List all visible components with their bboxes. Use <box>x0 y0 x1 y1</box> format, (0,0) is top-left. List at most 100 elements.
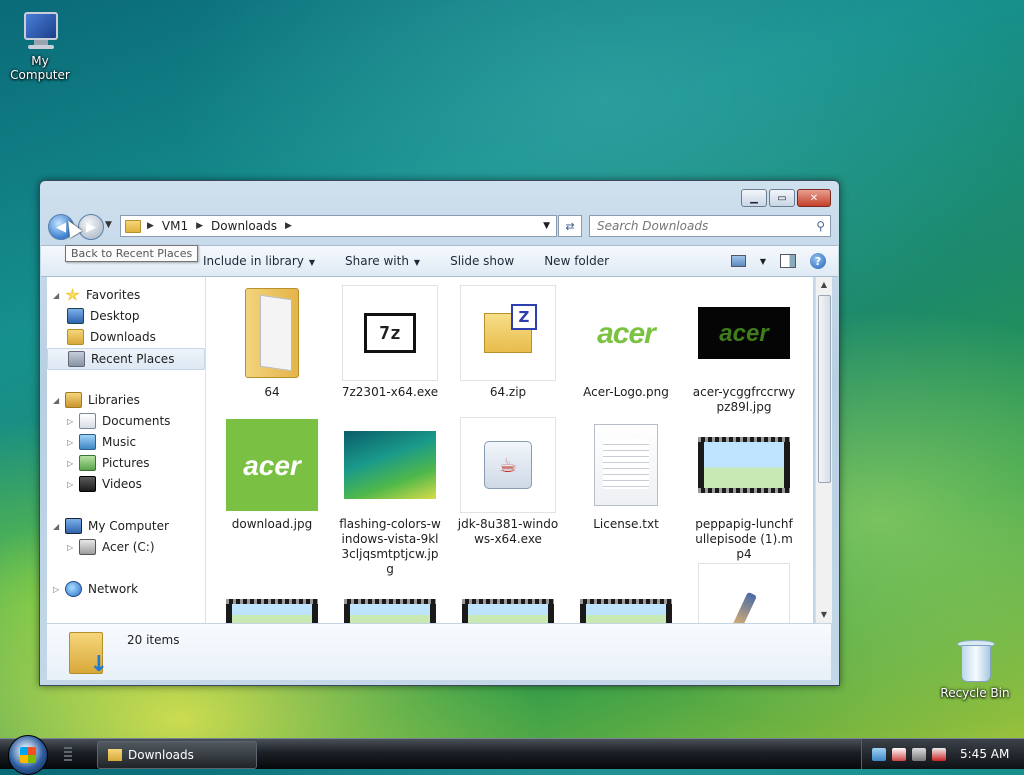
file-item[interactable] <box>456 599 560 623</box>
breadcrumb-vm1[interactable]: VM1 <box>162 219 188 233</box>
expand-icon[interactable]: ◢ <box>53 522 63 531</box>
scroll-down-icon[interactable]: ▼ <box>816 607 832 623</box>
search-icon[interactable]: ⚲ <box>816 219 825 233</box>
expand-icon[interactable]: ◢ <box>53 396 63 405</box>
7zip-installer-icon: 7z <box>342 285 438 381</box>
file-item[interactable]: acer download.jpg <box>220 417 324 532</box>
sidebar-item-label: Acer (C:) <box>102 540 155 554</box>
file-item[interactable]: acer Acer-Logo.png <box>574 285 678 400</box>
image-thumbnail: acer <box>696 285 792 381</box>
sidebar-item-label: Recent Places <box>91 352 175 366</box>
zip-archive-icon: Z <box>460 285 556 381</box>
file-item[interactable] <box>338 599 442 623</box>
maximize-button[interactable]: ▭ <box>769 189 795 207</box>
chevron-right-icon[interactable]: ▶ <box>285 221 292 231</box>
include-in-library-label: Include in library <box>203 254 304 268</box>
sidebar-item-label: My Computer <box>88 519 169 533</box>
sidebar-item-videos[interactable]: ▷ Videos <box>61 474 142 494</box>
file-item[interactable] <box>220 599 324 623</box>
share-with-label: Share with <box>345 254 409 268</box>
desktop-icon-label: My Computer <box>10 54 70 82</box>
network-tray-icon[interactable] <box>872 747 886 761</box>
recent-places-icon <box>68 351 85 367</box>
file-name: download.jpg <box>231 517 313 531</box>
file-item[interactable]: flashing-colors-windows-vista-9kl3cljqsm… <box>338 417 442 577</box>
sidebar-item-music[interactable]: ▷ Music <box>61 432 136 452</box>
file-item[interactable]: acer acer-ycggfrccrwypz89l.jpg <box>692 285 796 415</box>
sidebar-item-downloads[interactable]: Downloads <box>67 327 156 347</box>
chevron-down-icon: ▼ <box>413 258 421 267</box>
forward-button[interactable]: ▶ <box>78 214 104 240</box>
file-item[interactable]: License.txt <box>574 417 678 532</box>
action-center-icon[interactable] <box>892 747 906 761</box>
file-name: Acer-Logo.png <box>583 385 669 399</box>
clock[interactable]: 5:45 AM <box>960 747 1009 761</box>
expand-icon[interactable]: ◢ <box>53 291 63 300</box>
file-item[interactable]: peppapig-lunchfullepisode (1).mp4 <box>692 417 796 562</box>
sidebar-item-acer-drive[interactable]: ▷ Acer (C:) <box>61 537 155 557</box>
scroll-up-icon[interactable]: ▲ <box>816 277 832 293</box>
vertical-scrollbar[interactable]: ▲ ▼ <box>815 277 832 623</box>
computer-icon <box>18 10 62 50</box>
chevron-right-icon[interactable]: ▷ <box>67 459 77 468</box>
chevron-right-icon[interactable]: ▷ <box>67 543 77 552</box>
taskbar-grip[interactable] <box>64 747 72 763</box>
address-bar[interactable]: ▶ VM1 ▶ Downloads ▶ ▼ <box>120 215 557 237</box>
new-folder-button[interactable]: New folder <box>529 254 624 268</box>
breadcrumb-downloads[interactable]: Downloads <box>211 219 277 233</box>
video-thumbnail <box>578 599 674 623</box>
java-installer-icon: ☕ <box>460 417 556 513</box>
search-input[interactable] <box>590 219 807 233</box>
scrollbar-thumb[interactable] <box>818 295 831 483</box>
file-item[interactable]: 64 <box>220 285 324 400</box>
video-thumbnail <box>224 599 320 623</box>
chevron-right-icon[interactable]: ▷ <box>67 417 77 426</box>
music-icon <box>79 434 96 450</box>
sidebar-item-recent-places[interactable]: Recent Places <box>47 348 205 370</box>
share-with-button[interactable]: Share with ▼ <box>330 254 435 268</box>
display-tray-icon[interactable] <box>912 747 926 761</box>
preview-pane-icon[interactable] <box>780 254 796 268</box>
start-button[interactable] <box>8 735 48 775</box>
file-item[interactable]: ☕ jdk-8u381-windows-x64.exe <box>456 417 560 547</box>
chevron-right-icon[interactable]: ▷ <box>53 585 63 594</box>
sidebar-item-my-computer[interactable]: ◢ My Computer <box>47 516 169 536</box>
minimize-button[interactable]: ▁ <box>741 189 767 207</box>
sidebar-item-libraries[interactable]: ◢ Libraries <box>47 390 140 410</box>
video-thumbnail <box>696 417 792 513</box>
sidebar-item-network[interactable]: ▷ Network <box>47 579 138 599</box>
chevron-right-icon[interactable]: ▶ <box>196 221 203 231</box>
sidebar-item-desktop[interactable]: Desktop <box>67 306 140 326</box>
address-dropdown-icon[interactable]: ▼ <box>543 221 550 231</box>
file-item[interactable]: Z 64.zip <box>456 285 560 400</box>
file-name: jdk-8u381-windows-x64.exe <box>457 517 559 546</box>
chevron-right-icon[interactable]: ▷ <box>67 480 77 489</box>
item-count: 20 items <box>127 633 180 647</box>
volume-muted-icon[interactable] <box>932 747 946 761</box>
chevron-right-icon[interactable]: ▶ <box>147 221 154 231</box>
chevron-right-icon[interactable]: ▷ <box>67 438 77 447</box>
details-pane: 20 items <box>47 623 831 680</box>
slide-show-button[interactable]: Slide show <box>435 254 529 268</box>
sidebar-item-label: Documents <box>102 414 171 428</box>
taskbar-button-downloads[interactable]: Downloads <box>97 741 257 769</box>
libraries-icon <box>65 392 82 408</box>
file-item[interactable]: 7z 7z2301-x64.exe <box>338 285 442 400</box>
close-button[interactable]: ✕ <box>797 189 831 207</box>
desktop-icon-my-computer[interactable]: My Computer <box>0 10 80 82</box>
view-options-chevron-icon[interactable]: ▼ <box>760 257 766 266</box>
file-item[interactable] <box>574 599 678 623</box>
help-icon[interactable]: ? <box>810 253 826 269</box>
network-icon <box>65 581 82 597</box>
sidebar-item-favorites[interactable]: ◢ Favorites <box>47 285 140 305</box>
desktop-icon-label: Recycle Bin <box>940 686 1010 700</box>
recent-pages-dropdown-icon[interactable]: ▼ <box>105 220 112 230</box>
file-item[interactable] <box>692 563 796 623</box>
sidebar-item-pictures[interactable]: ▷ Pictures <box>61 453 150 473</box>
change-view-icon[interactable] <box>730 255 746 267</box>
desktop-icon-recycle-bin[interactable]: Recycle Bin <box>935 636 1015 700</box>
sidebar-item-documents[interactable]: ▷ Documents <box>61 411 170 431</box>
search-box: ⚲ <box>589 215 831 237</box>
sidebar-item-label: Music <box>102 435 137 449</box>
refresh-button[interactable]: ⇄ <box>558 215 582 237</box>
